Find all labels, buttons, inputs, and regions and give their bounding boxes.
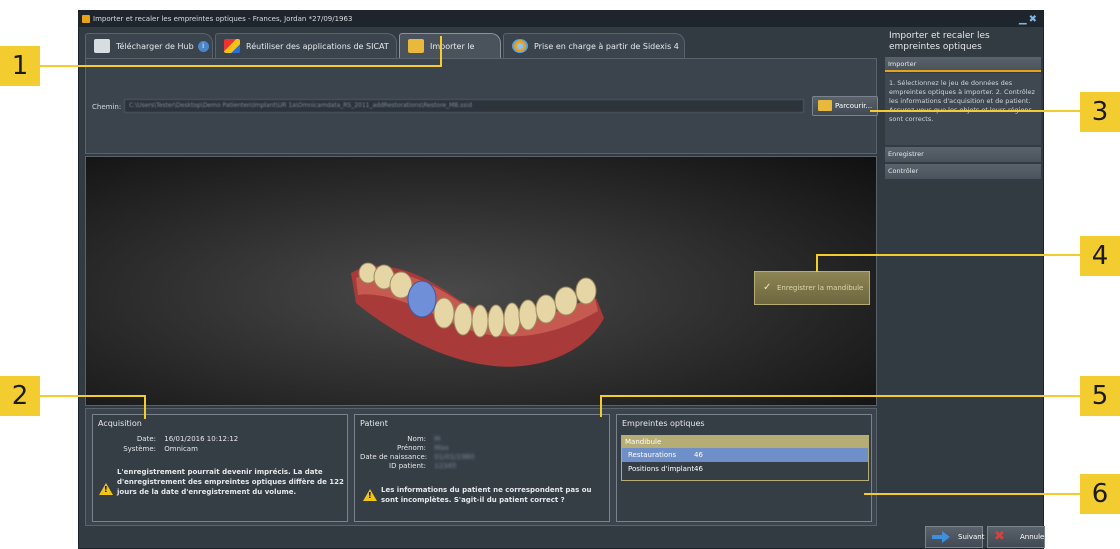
mandible-3d-model <box>351 262 604 367</box>
list-item[interactable]: Positions d'implant 46 <box>622 462 868 476</box>
callout-line <box>816 254 818 272</box>
register-label: Enregistrer la mandibule <box>777 284 864 292</box>
patient-box: Patient Nom: M Prénom: Max Date de naiss… <box>354 414 610 522</box>
tab-sidexis[interactable]: Prise en charge à partir de Sidexis 4i <box>503 33 685 77</box>
tab-import-file[interactable]: Importer le fichier <box>399 33 501 76</box>
title-bar: Importer et recaler les empreintes optiq… <box>79 11 1043 27</box>
callout-line <box>440 36 442 67</box>
callout-line <box>600 395 1080 397</box>
tab-label: Réutiliser des applications de SICAT <box>246 42 389 51</box>
path-label: Chemin: <box>92 103 122 111</box>
step-instructions: 1. Sélectionnez le jeu de données des em… <box>885 73 1041 145</box>
acquisition-warning: L'enregistrement pourrait devenir impréc… <box>117 468 344 496</box>
browse-label: Parcourir... <box>835 102 873 110</box>
folder-icon <box>408 39 424 53</box>
tab-sicat[interactable]: Réutiliser des applications de SICATi <box>215 33 397 77</box>
info-panel: Acquisition Date: 16/01/2016 10:12:12 Sy… <box>85 408 877 526</box>
impressions-title: Empreintes optiques <box>622 419 705 428</box>
date-row: Date: 16/01/2016 10:12:12 <box>136 435 239 443</box>
callout-6: 6 <box>1080 474 1120 514</box>
browse-button[interactable]: Parcourir... <box>812 96 878 116</box>
patient-title: Patient <box>360 419 388 428</box>
tab-hub[interactable]: Télécharger de Hub i <box>85 33 213 58</box>
app-icon <box>82 15 90 23</box>
restoration-highlight <box>407 280 437 318</box>
3d-viewport[interactable]: ✓ Enregistrer la mandibule <box>85 156 877 406</box>
system-row: Système: Omnicam <box>123 445 198 453</box>
info-badge-icon: i <box>197 41 209 52</box>
tab-label: Prise en charge à partir de Sidexis 4 <box>534 42 679 51</box>
callout-line <box>40 65 442 67</box>
app-window: Importer et recaler les empreintes optiq… <box>78 10 1047 549</box>
callout-line <box>40 395 146 397</box>
sicat-icon <box>224 39 240 53</box>
hub-icon <box>94 39 110 53</box>
callout-5: 5 <box>1080 376 1120 416</box>
acquisition-box: Acquisition Date: 16/01/2016 10:12:12 Sy… <box>92 414 348 522</box>
patient-warning: Les informations du patient ne correspon… <box>381 486 592 504</box>
group-header[interactable]: Mandibule <box>622 436 868 448</box>
callout-4: 4 <box>1080 236 1120 276</box>
callout-line <box>816 254 1080 256</box>
warning-icon: ! <box>99 483 113 495</box>
tab-label: Télécharger de Hub <box>116 42 194 51</box>
path-panel: Chemin: C:\Users\Tester\Desktop\Demo Pat… <box>85 58 878 154</box>
window-controls[interactable]: ▁✖ <box>1019 12 1039 28</box>
step-import[interactable]: Importer <box>885 57 1041 72</box>
sidexis-icon <box>512 39 528 53</box>
register-mandible-button[interactable]: ✓ Enregistrer la mandibule <box>754 271 870 305</box>
next-button[interactable]: Suivant <box>925 526 984 548</box>
step-control[interactable]: Contrôler <box>885 164 1041 179</box>
impressions-box: Empreintes optiques Mandibule Restaurati… <box>616 414 872 522</box>
warning-icon: ! <box>363 489 377 501</box>
acquisition-title: Acquisition <box>98 419 142 428</box>
callout-line <box>870 110 1080 112</box>
close-icon[interactable]: ✖ <box>1029 14 1039 25</box>
callout-line <box>600 395 602 417</box>
callout-2: 2 <box>0 376 40 416</box>
step-register[interactable]: Enregistrer <box>885 147 1041 162</box>
path-input[interactable]: C:\Users\Tester\Desktop\Demo Patienten\I… <box>124 99 804 113</box>
workflow-title: Importer et recaler les empreintes optiq… <box>889 31 990 52</box>
callout-1: 1 <box>0 46 40 86</box>
callout-line <box>144 395 146 419</box>
list-item[interactable]: Restaurations 46 <box>622 448 868 462</box>
cancel-icon: ✖ <box>994 529 1005 544</box>
arrow-right-icon <box>932 531 950 543</box>
minimize-icon[interactable]: ▁ <box>1019 14 1029 25</box>
callout-line <box>864 493 1080 495</box>
callout-3: 3 <box>1080 92 1120 132</box>
workflow-panel: Importer et recaler les empreintes optiq… <box>885 27 1043 547</box>
mandible-group[interactable]: Mandibule Restaurations 46 Positions d'i… <box>621 435 869 481</box>
window-title: Importer et recaler les empreintes optiq… <box>93 15 353 23</box>
cancel-button[interactable]: ✖ Annuler <box>987 526 1047 548</box>
folder-icon <box>818 100 832 111</box>
check-icon: ✓ <box>763 282 772 293</box>
